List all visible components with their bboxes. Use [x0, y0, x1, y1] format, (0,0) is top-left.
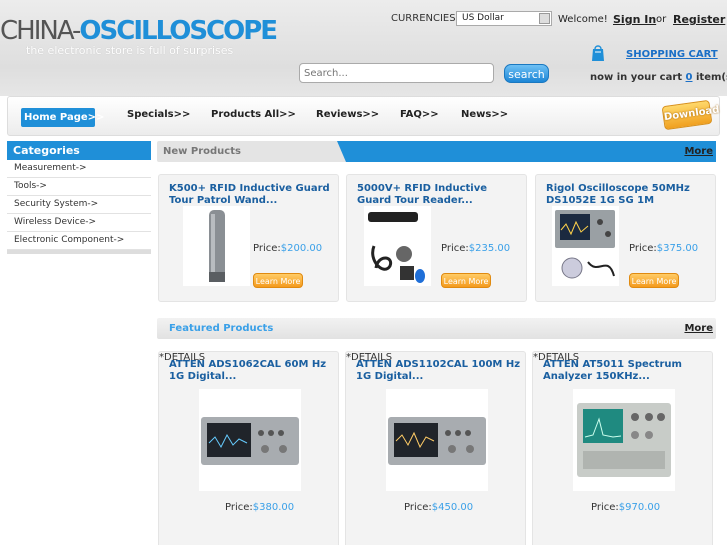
price-label: Price:	[404, 502, 432, 513]
category-wireless-device[interactable]: Wireless Device->	[7, 214, 151, 232]
shopping-bag-icon	[592, 45, 604, 61]
new-products-header: New Products More	[157, 141, 716, 162]
currencies-label: CURRENCIES:	[391, 13, 459, 24]
search-input[interactable]	[299, 63, 494, 83]
price-value: $200.00	[280, 243, 323, 254]
main-navigation: Home Page>> Specials>> Products All>> Re…	[7, 96, 720, 136]
price-label: Price:	[441, 243, 469, 254]
product-image[interactable]	[183, 206, 250, 286]
nav-reviews[interactable]: Reviews>>	[316, 109, 379, 120]
product-card[interactable]: ATTEN ADS1062CAL 60M Hz 1G Digital... Pr…	[158, 351, 339, 545]
nav-faq[interactable]: FAQ>>	[400, 109, 439, 120]
product-title[interactable]: 5000V+ RFID Inductive Guard Tour Reader.…	[357, 183, 522, 207]
categories-title: Categories	[7, 141, 151, 160]
categories-sidebar: Categories Measurement-> Tools-> Securit…	[7, 141, 151, 259]
product-card[interactable]: ATTEN AT5011 Spectrum Analyzer 150KHz...…	[532, 351, 713, 545]
product-card[interactable]: K500+ RFID Inductive Guard Tour Patrol W…	[158, 174, 339, 302]
cart-status: now in your cart 0 item(s)	[590, 72, 727, 83]
category-electronic-component[interactable]: Electronic Component->	[7, 232, 151, 250]
price-value: $235.00	[468, 243, 511, 254]
featured-products-title: Featured Products	[169, 323, 274, 334]
price-label: Price:	[225, 502, 253, 513]
site-logo[interactable]: CHINA-OSCILLOSCOPE	[0, 16, 278, 46]
new-products-more-link[interactable]: More	[684, 146, 713, 157]
product-image[interactable]	[364, 206, 431, 286]
product-title[interactable]: ATTEN AT5011 Spectrum Analyzer 150KHz...	[543, 359, 711, 383]
category-measurement[interactable]: Measurement->	[7, 160, 151, 178]
dropdown-arrow-icon	[539, 13, 550, 24]
logo-main: OSCILLOSCOPE	[79, 16, 278, 46]
nav-products-all[interactable]: Products All>>	[211, 109, 296, 120]
product-title[interactable]: K500+ RFID Inductive Guard Tour Patrol W…	[169, 183, 334, 207]
price-value: $970.00	[618, 502, 661, 513]
sign-in-link[interactable]: Sign In	[613, 13, 656, 26]
product-price: Price:$450.00	[404, 502, 473, 513]
cart-status-prefix: now in your cart	[590, 72, 683, 83]
currency-select[interactable]: US Dollar	[456, 11, 552, 26]
logo-prefix: CHINA-	[0, 16, 81, 46]
category-tools[interactable]: Tools->	[7, 178, 151, 196]
cart-status-suffix: item(s)	[695, 72, 727, 83]
site-tagline: the electronic store is full of surprise…	[26, 44, 234, 57]
product-image[interactable]	[552, 206, 619, 286]
header-accent-shape	[337, 141, 716, 162]
product-card[interactable]: 5000V+ RFID Inductive Guard Tour Reader.…	[346, 174, 527, 302]
product-title[interactable]: ATTEN ADS1102CAL 100M Hz 1G Digital...	[356, 359, 524, 383]
nav-specials[interactable]: Specials>>	[127, 109, 190, 120]
product-image[interactable]	[199, 389, 301, 491]
product-price: Price:$380.00	[225, 502, 294, 513]
welcome-text: Welcome!	[558, 14, 608, 25]
site-header: CHINA-OSCILLOSCOPE the electronic store …	[0, 0, 727, 96]
product-price: Price:$200.00	[253, 243, 322, 254]
product-title[interactable]: Rigol Oscilloscope 50MHz DS1052E 1G SG 1…	[546, 183, 711, 207]
featured-products-more-link[interactable]: More	[684, 323, 713, 334]
learn-more-button[interactable]: Learn More	[441, 273, 491, 288]
price-label: Price:	[591, 502, 619, 513]
cart-count-link[interactable]: 0	[686, 72, 693, 83]
or-text: or	[656, 14, 667, 25]
product-card[interactable]: ATTEN ADS1102CAL 100M Hz 1G Digital... P…	[345, 351, 526, 545]
product-card[interactable]: Rigol Oscilloscope 50MHz DS1052E 1G SG 1…	[535, 174, 716, 302]
product-price: Price:$970.00	[591, 502, 660, 513]
search-button[interactable]: search	[504, 64, 549, 83]
price-label: Price:	[253, 243, 281, 254]
product-price: Price:$235.00	[441, 243, 510, 254]
category-security-system[interactable]: Security System->	[7, 196, 151, 214]
price-value: $380.00	[252, 502, 295, 513]
nav-home-page[interactable]: Home Page>>	[21, 108, 104, 127]
learn-more-button[interactable]: Learn More	[629, 273, 679, 288]
product-price: Price:$375.00	[629, 243, 698, 254]
price-value: $375.00	[656, 243, 699, 254]
register-link[interactable]: Register	[673, 13, 725, 26]
price-label: Price:	[629, 243, 657, 254]
currency-value: US Dollar	[462, 13, 504, 23]
new-products-title: New Products	[163, 146, 241, 157]
shopping-cart-link[interactable]: SHOPPING CART	[626, 49, 718, 60]
product-image[interactable]	[386, 389, 488, 491]
price-value: $450.00	[431, 502, 474, 513]
nav-news[interactable]: News>>	[461, 109, 508, 120]
product-title[interactable]: ATTEN ADS1062CAL 60M Hz 1G Digital...	[169, 359, 337, 383]
featured-products-header: Featured Products More	[157, 318, 716, 339]
learn-more-button[interactable]: Learn More	[253, 273, 303, 288]
sidebar-footer	[7, 250, 151, 254]
product-image[interactable]	[573, 389, 675, 491]
